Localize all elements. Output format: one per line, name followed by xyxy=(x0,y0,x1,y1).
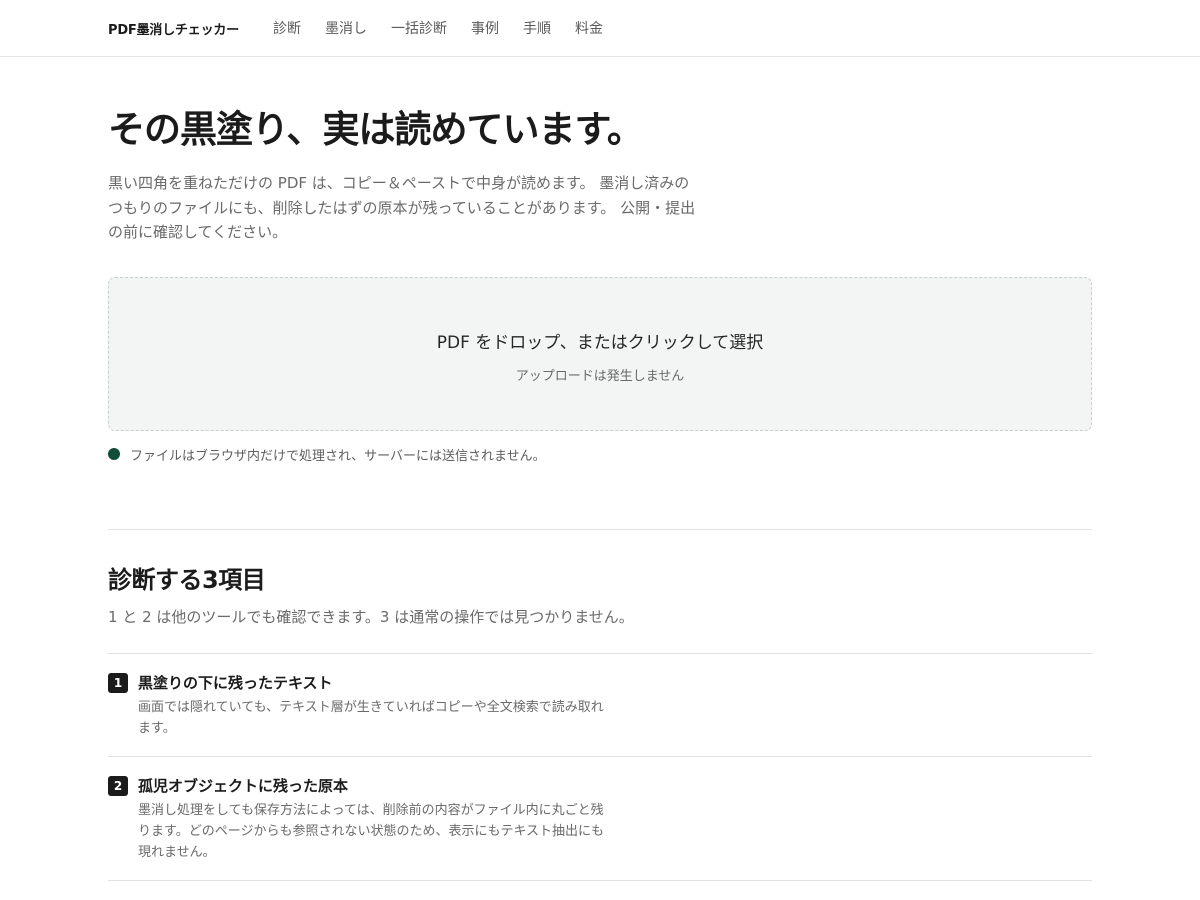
nav-item-cases[interactable]: 事例 xyxy=(471,18,499,38)
privacy-note: ファイルはブラウザ内だけで処理され、サーバーには送信されません。 xyxy=(108,445,1092,464)
checks-list: 1 黒塗りの下に残ったテキスト 画面では隠れていても、テキスト層が生きていればコ… xyxy=(108,652,1092,900)
top-header: PDF墨消しチェッカー 診断 墨消し 一括診断 事例 手順 料金 xyxy=(0,0,1200,57)
pdf-dropzone[interactable]: PDF をドロップ、またはクリックして選択 アップロードは発生しません xyxy=(108,276,1092,431)
dropzone-subtitle: アップロードは発生しません xyxy=(515,368,685,384)
item-number-badge: 2 xyxy=(108,775,128,796)
item-title: 孤児オブジェクトに残った原本 xyxy=(138,776,349,795)
nav-item-pricing[interactable]: 料金 xyxy=(575,18,603,38)
check-item: 2 孤児オブジェクトに残った原本 墨消し処理をしても保存方法によっては、削除前の… xyxy=(108,757,1092,881)
nav-item-diagnose[interactable]: 診断 xyxy=(273,18,301,38)
hero-title: その黒塗り、実は読めています。 xyxy=(108,107,644,151)
item-number-badge: 1 xyxy=(108,672,128,693)
privacy-text: ファイルはブラウザ内だけで処理され、サーバーには送信されません。 xyxy=(130,448,546,464)
brand-logo[interactable]: PDF墨消しチェッカー xyxy=(108,19,239,38)
main-content: その黒塗り、実は読めています。 黒い四角を重ねただけの PDF は、コピー＆ペー… xyxy=(108,103,1092,900)
status-dot-icon xyxy=(108,448,120,460)
dropzone-title: PDF をドロップ、またはクリックして選択 xyxy=(436,332,764,353)
check-item: 3 xyxy=(108,881,1092,900)
item-title: 黒塗りの下に残ったテキスト xyxy=(138,673,333,692)
check-item: 1 黒塗りの下に残ったテキスト 画面では隠れていても、テキスト層が生きていればコ… xyxy=(108,654,1092,757)
main-nav: 診断 墨消し 一括診断 事例 手順 料金 xyxy=(273,18,627,38)
item-description: 墨消し処理をしても保存方法によっては、削除前の内容がファイル内に丸ごと残ります。… xyxy=(138,802,605,860)
checks-subtitle: 1 と 2 は他のツールでも確認できます。3 は通常の操作では見つかりません。 xyxy=(108,607,634,626)
nav-item-steps[interactable]: 手順 xyxy=(523,18,551,38)
section-divider xyxy=(108,528,1092,530)
item-description: 画面では隠れていても、テキスト層が生きていればコピーや全文検索で読み取れます。 xyxy=(138,699,604,736)
checks-title: 診断する3項目 xyxy=(108,565,266,594)
nav-item-batch[interactable]: 一括診断 xyxy=(391,18,447,38)
nav-item-redact[interactable]: 墨消し xyxy=(325,18,367,38)
hero-description: 黒い四角を重ねただけの PDF は、コピー＆ペーストで中身が読めます。 墨消し済… xyxy=(108,174,696,241)
